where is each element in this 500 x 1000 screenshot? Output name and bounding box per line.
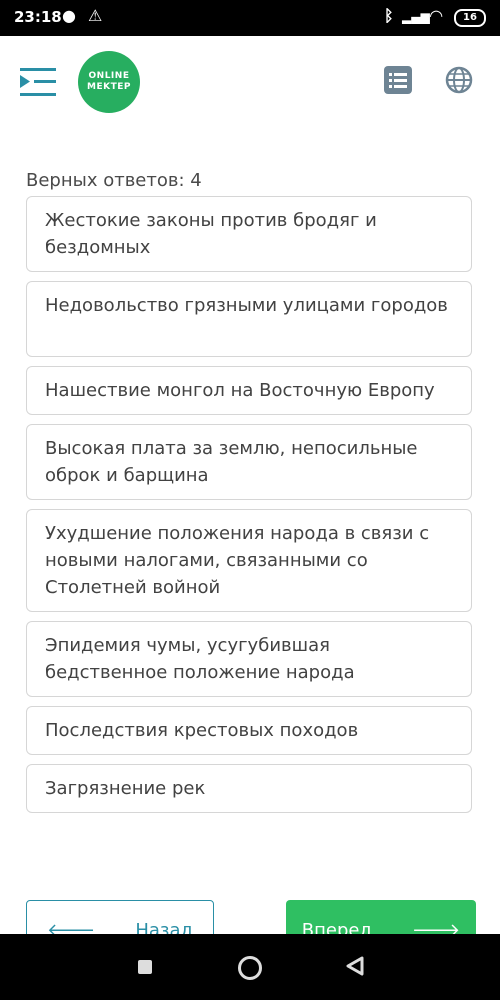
notification-icon: ● <box>62 6 76 25</box>
wifi-icon: ◠ <box>430 6 443 25</box>
answer-option-text: Высокая плата за землю, непосильные обро… <box>45 438 418 486</box>
bluetooth-icon: ᛒ <box>384 6 394 25</box>
answer-option-text: Недовольство грязными улицами городов <box>45 295 448 316</box>
answer-option[interactable]: Высокая плата за землю, непосильные обро… <box>26 424 472 500</box>
answer-option[interactable]: Эпидемия чумы, усугубившая бедственное п… <box>26 621 472 697</box>
answer-option-text: Нашествие монгол на Восточную Европу <box>45 380 435 401</box>
signal-icon: ▂▄▆ <box>402 10 430 24</box>
battery-indicator: 16 <box>454 9 486 27</box>
correct-answers-count: Верных ответов: 4 <box>26 170 202 191</box>
globe-icon[interactable] <box>445 66 473 94</box>
answer-option-text: Эпидемия чумы, усугубившая бедственное п… <box>45 635 355 683</box>
back-triangle-icon[interactable] <box>346 956 364 976</box>
recents-icon[interactable] <box>138 960 152 974</box>
answer-option[interactable]: Жестокие законы против бродяг и бездомны… <box>26 196 472 272</box>
list-icon[interactable] <box>384 66 412 94</box>
answer-option[interactable]: Нашествие монгол на Восточную Европу <box>26 366 472 415</box>
answer-option[interactable]: Недовольство грязными улицами городов <box>26 281 472 357</box>
answer-option-text: Жестокие законы против бродяг и бездомны… <box>45 210 377 258</box>
home-icon[interactable] <box>238 956 262 980</box>
answer-option[interactable]: Загрязнение рек <box>26 764 472 813</box>
status-time: 23:18 <box>14 8 62 26</box>
status-bar: 23:18 ● ⚠ ᛒ ▂▄▆ ◠ 16 <box>0 0 500 36</box>
answer-option[interactable]: Последствия крестовых походов <box>26 706 472 755</box>
onlinemektep-logo: ONLINE MEKTEP <box>78 51 140 113</box>
answer-option-text: Ухудшение положения народа в связи с нов… <box>45 523 430 598</box>
app-header: ONLINE MEKTEP <box>0 36 500 136</box>
answer-option-text: Загрязнение рек <box>45 778 206 799</box>
menu-collapse-icon[interactable] <box>20 66 56 98</box>
answer-option-text: Последствия крестовых походов <box>45 720 359 741</box>
warning-icon: ⚠ <box>88 6 103 25</box>
system-nav-bar <box>0 934 500 1000</box>
answer-option[interactable]: Ухудшение положения народа в связи с нов… <box>26 509 472 612</box>
